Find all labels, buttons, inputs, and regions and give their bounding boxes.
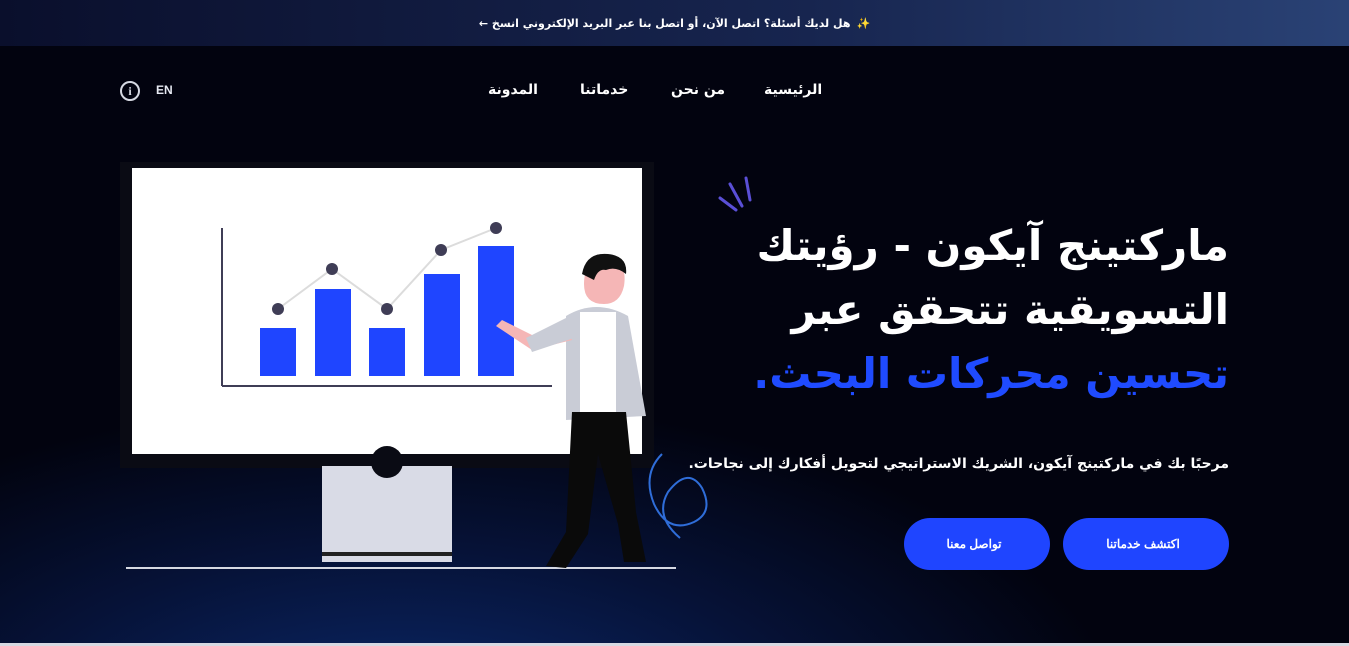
- nav-link-services[interactable]: خدماتنا: [580, 82, 628, 98]
- nav-link-blog[interactable]: المدونة: [488, 82, 538, 98]
- hero-title-line2: التسويقية تتحقق عبر: [791, 285, 1229, 334]
- hero-title-line1: ماركتينج آيكون - رؤيتك: [756, 221, 1229, 270]
- presentation-illustration: [120, 162, 708, 569]
- nav-link-home[interactable]: الرئيسية: [764, 82, 822, 98]
- main-nav: الرئيسية من نحن خدماتنا المدونة EN i: [0, 81, 1349, 112]
- announcement-bar: هل لديك أسئلة؟ اتصل الآن، أو اتصل بنا عب…: [0, 0, 1349, 46]
- nav-link-about[interactable]: من نحن: [671, 82, 725, 98]
- contact-us-button[interactable]: تواصل معنا: [904, 518, 1050, 570]
- sparkle-icon: ✨: [856, 16, 871, 30]
- hero-title-accent: تحسين محركات البحث.: [753, 349, 1229, 398]
- info-icon[interactable]: i: [120, 81, 140, 101]
- explore-services-label: اكتشف خدماتنا: [1106, 537, 1180, 551]
- sparkle-decoration: [718, 176, 752, 212]
- hero-title: ماركتينج آيكون - رؤيتك التسويقية تتحقق ع…: [669, 214, 1229, 406]
- language-switch[interactable]: EN: [156, 83, 173, 97]
- announcement-text[interactable]: هل لديك أسئلة؟ اتصل الآن، أو اتصل بنا عب…: [479, 17, 851, 30]
- hero-subtitle: مرحبًا بك في ماركتينج آيكون، الشريك الاس…: [688, 456, 1229, 472]
- contact-us-label: تواصل معنا: [946, 537, 1002, 551]
- explore-services-button[interactable]: اكتشف خدماتنا: [1063, 518, 1229, 570]
- hero-section: الرئيسية من نحن خدماتنا المدونة EN i مار…: [0, 46, 1349, 646]
